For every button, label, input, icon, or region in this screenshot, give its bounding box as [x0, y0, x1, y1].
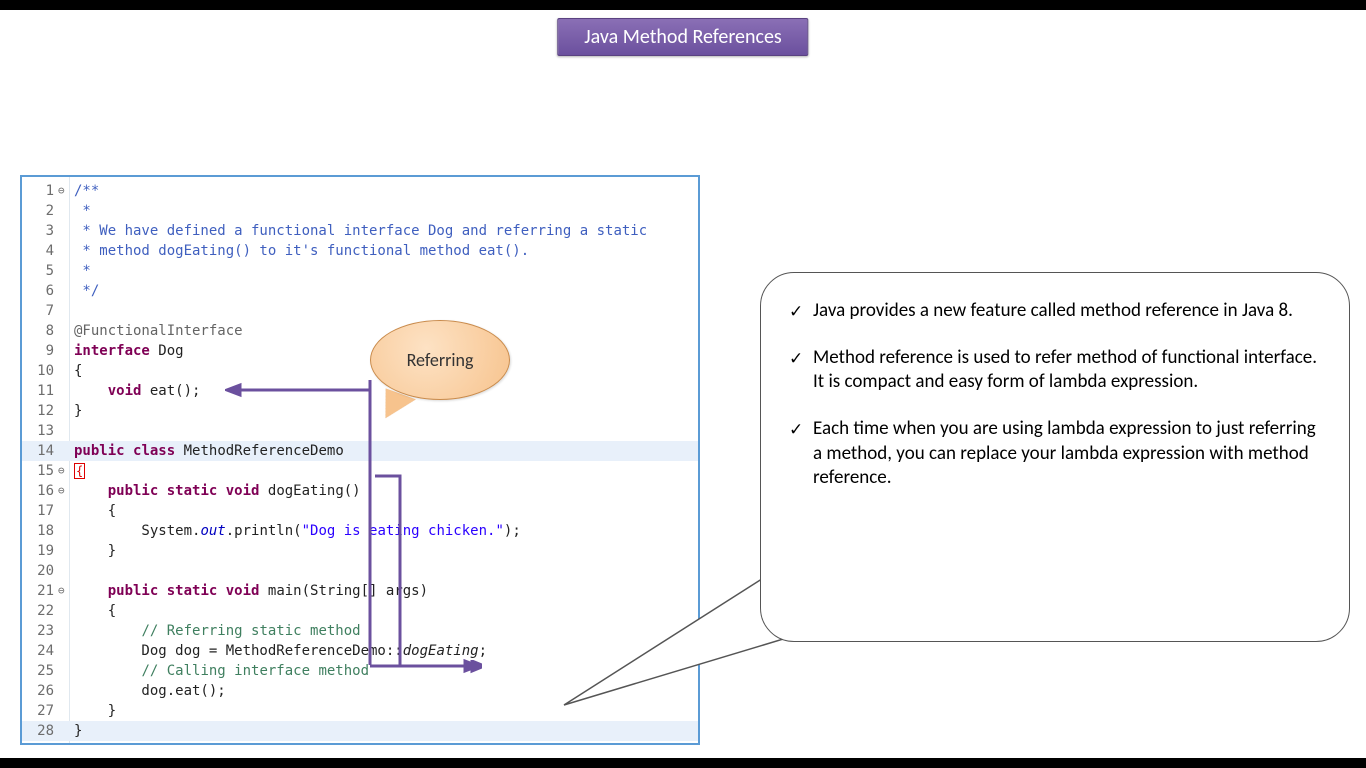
code-text: * We have defined a functional interface…: [74, 221, 694, 241]
line-number: 25: [22, 661, 54, 681]
code-text: public class MethodReferenceDemo: [74, 441, 694, 461]
referring-callout: Referring: [370, 320, 510, 400]
line-number: 26: [22, 681, 54, 701]
code-line: 10{: [22, 361, 698, 381]
code-line: 7: [22, 301, 698, 321]
fold-icon: ⊖: [58, 581, 68, 601]
line-number: 16: [22, 481, 54, 501]
code-line: 13: [22, 421, 698, 441]
code-text: */: [74, 281, 694, 301]
code-line: 15⊖{: [22, 461, 698, 481]
line-number: 7: [22, 301, 54, 321]
line-number: 18: [22, 521, 54, 541]
line-number: 28: [22, 721, 54, 741]
code-text: *: [74, 201, 694, 221]
line-number: 13: [22, 421, 54, 441]
line-number: 11: [22, 381, 54, 401]
line-number: 21: [22, 581, 54, 601]
code-line: 9interface Dog: [22, 341, 698, 361]
code-line: 4 * method dogEating() to it's functiona…: [22, 241, 698, 261]
bullet-text: Method reference is used to refer method…: [813, 346, 1317, 394]
bullet-text: Java provides a new feature called metho…: [813, 299, 1293, 322]
line-number: 27: [22, 701, 54, 721]
arrow-horizontal-bottom: [362, 660, 482, 680]
bullet-item: ✓ Java provides a new feature called meth…: [785, 299, 1321, 324]
line-number: 8: [22, 321, 54, 341]
code-line: 6 */: [22, 281, 698, 301]
line-number: 1: [22, 181, 54, 201]
slide-title: Java Method References: [557, 18, 808, 56]
info-box: ✓ Java provides a new feature called meth…: [760, 272, 1350, 642]
line-number: 22: [22, 601, 54, 621]
line-number: 9: [22, 341, 54, 361]
code-line: 3 * We have defined a functional interfa…: [22, 221, 698, 241]
code-text: }: [74, 721, 694, 741]
line-number: 10: [22, 361, 54, 381]
code-line: 5 *: [22, 261, 698, 281]
line-number: 24: [22, 641, 54, 661]
bullet-item: ✓ Method reference is used to refer metho…: [785, 346, 1321, 395]
code-text: * method dogEating() to it's functional …: [74, 241, 694, 261]
arrow-to-dogeating: [370, 466, 490, 686]
code-line: 1⊖ /**: [22, 181, 698, 201]
line-number: 17: [22, 501, 54, 521]
fold-icon: ⊖: [58, 481, 68, 501]
checkmark-icon: ✓: [789, 301, 803, 323]
code-text: *: [74, 261, 694, 281]
checkmark-icon: ✓: [789, 348, 803, 370]
code-line: 14 public class MethodReferenceDemo: [22, 441, 698, 461]
code-text: /**: [74, 181, 694, 201]
arrow-vertical: [362, 380, 382, 670]
fold-icon: ⊖: [58, 181, 68, 201]
line-number: 6: [22, 281, 54, 301]
code-line: 16⊖ public static void dogEating(): [22, 481, 698, 501]
code-line: 8@FunctionalInterface: [22, 321, 698, 341]
line-number: 3: [22, 221, 54, 241]
line-number: 2: [22, 201, 54, 221]
bullet-item: ✓ Each time when you are using lambda exp…: [785, 417, 1321, 491]
code-line: 18 System.out.println("Dog is eating chi…: [22, 521, 698, 541]
line-number: 19: [22, 541, 54, 561]
letterbox-bottom: [0, 758, 1366, 768]
line-number: 14: [22, 441, 54, 461]
code-line: 17 {: [22, 501, 698, 521]
line-number: 4: [22, 241, 54, 261]
checkmark-icon: ✓: [789, 419, 803, 441]
line-number: 15: [22, 461, 54, 481]
line-number: 5: [22, 261, 54, 281]
line-number: 23: [22, 621, 54, 641]
line-number: 20: [22, 561, 54, 581]
code-line: 28}: [22, 721, 698, 741]
line-number: 12: [22, 401, 54, 421]
arrow-to-eat: [225, 380, 375, 400]
slide: Java Method References 1⊖/**2 *3 * We ha…: [0, 10, 1366, 758]
letterbox-top: [0, 0, 1366, 10]
code-line: 2 *: [22, 201, 698, 221]
code-line: 12}: [22, 401, 698, 421]
fold-icon: ⊖: [58, 461, 68, 481]
bullet-text: Each time when you are using lambda expr…: [813, 417, 1316, 489]
